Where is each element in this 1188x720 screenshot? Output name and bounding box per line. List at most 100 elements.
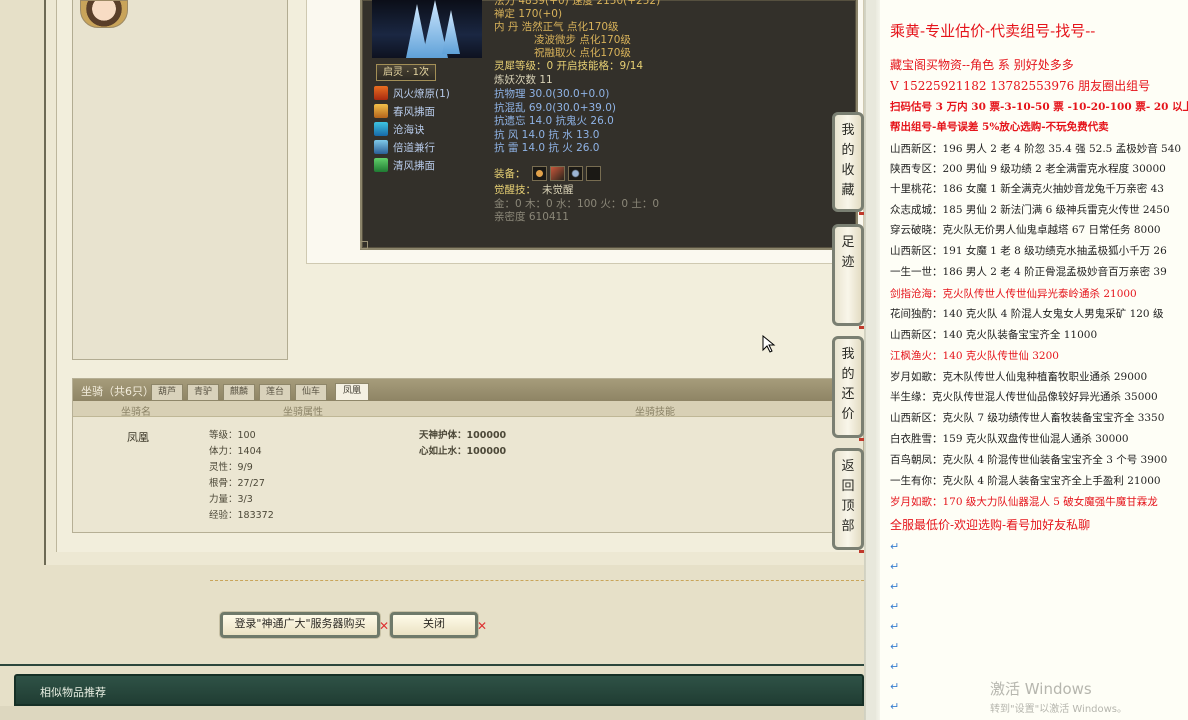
col-mount-name: 坐骑名 <box>121 407 151 418</box>
document-line: 藏宝阁买物资--角色 系 别好处多多 <box>890 58 1074 72</box>
pet-detail-panel: 法力 4839(+0) 速度 2150(+252) 禅定 170(+0) 内 丹 浩… <box>360 0 858 250</box>
pet-skill[interactable]: 清风拂面 <box>374 158 435 174</box>
tab-mount[interactable]: 葫芦 <box>151 384 183 401</box>
equip-slot-ring-icon[interactable] <box>532 166 547 181</box>
equip-slot-empty[interactable] <box>586 166 601 181</box>
pet-stat-row: 祝融取火 点化170级 <box>534 47 631 59</box>
tab-mount[interactable]: 青驴 <box>187 384 219 401</box>
document-line: 白衣胜雪：159 克火队双盘传世仙混人通杀 30000 <box>890 433 1129 445</box>
equip-label: 装备： <box>494 168 526 180</box>
document-line: 半生缘：克火队传世混人传世仙品像较好异光通杀 35000 <box>890 391 1158 403</box>
document-line: 江枫渔火：140 克火队传世仙 3200 <box>890 350 1059 362</box>
similar-items-bar[interactable]: 相似物品推荐 <box>14 674 864 706</box>
tab-mount[interactable]: 仙车 <box>295 384 327 401</box>
side-button-char: 迹 <box>841 255 855 270</box>
paragraph-mark: ↵ <box>890 640 900 653</box>
document-line: 山西新区：196 男人 2 老 4 阶忽 35.4 强 52.5 孟极妙音 54… <box>890 143 1182 155</box>
side-button-char: 的 <box>841 367 855 382</box>
document-line: 山西新区：140 克火队装备宝宝齐全 11000 <box>890 329 1098 341</box>
pet-skill-label: 倍道兼行 <box>393 142 435 154</box>
mount-title: 坐骑（共6只） <box>81 385 154 398</box>
speed-skill-icon <box>374 140 388 154</box>
wind-skill-icon <box>374 104 388 118</box>
activation-watermark-sub: 转到"设置"以激活 Windows。 <box>990 704 1128 715</box>
mount-attr: 力量：3/3 <box>209 494 253 505</box>
tab-awaken[interactable]: 启灵 · 1次 <box>376 64 436 81</box>
mouse-cursor-icon <box>762 335 776 353</box>
pet-stat-row: 内 丹 浩然正气 点化170级 <box>494 21 619 33</box>
login-buy-button[interactable]: 登录"神通广大"服务器购买 ✕ <box>220 612 389 638</box>
document-line: 一生有你：克火队 4 阶混人装备宝宝齐全上手盈利 21000 <box>890 475 1161 487</box>
paragraph-mark: ↵ <box>890 700 900 713</box>
tab-mount[interactable]: 莲台 <box>259 384 291 401</box>
pet-skill[interactable]: 风火燎原(1) <box>374 86 450 102</box>
mount-skill: 心如止水：100000 <box>419 446 507 457</box>
fire-skill-icon <box>374 86 388 100</box>
document-scrollbar[interactable] <box>866 0 876 720</box>
breeze-skill-icon <box>374 158 388 172</box>
mount-column-header <box>73 401 863 417</box>
close-button[interactable]: 关闭 ✕ <box>390 612 487 638</box>
document-line: 山西新区：191 女魔 1 老 8 级功绩克水抽孟极狐小千万 26 <box>890 245 1167 257</box>
document-line: 山西新区：克火队 7 级功绩传世人畜牧装备宝宝齐全 3350 <box>890 412 1165 424</box>
page-footer <box>0 706 864 720</box>
tab-mount[interactable]: 麒麟 <box>223 384 255 401</box>
side-button-char: 我 <box>841 123 855 138</box>
paragraph-mark: ↵ <box>890 660 900 673</box>
side-button-char: 价 <box>841 407 855 422</box>
pet-stat-row: 凌波微步 点化170级 <box>534 34 631 46</box>
my-offers-button[interactable]: 我的还价 <box>832 336 864 441</box>
mount-attr: 经验：183372 <box>209 510 274 521</box>
document-line: 一生一世：186 男人 2 老 4 阶正骨混孟极妙音百万亲密 39 <box>890 266 1167 278</box>
side-button-char: 藏 <box>841 183 855 198</box>
screen: 法力 4839(+0) 速度 2150(+252) 禅定 170(+0) 内 丹 浩… <box>0 0 1188 720</box>
mount-attr: 等级：100 <box>209 430 256 441</box>
side-button-char: 还 <box>841 387 855 402</box>
document-line: 岁月如歌：克木队传世人仙鬼种植畜牧职业通杀 29000 <box>890 371 1148 383</box>
lingxi-level: 灵犀等级：0 开启技能格：9/14 <box>494 60 644 72</box>
mount-panel: 坐骑（共6只） 葫芦 青驴 麒麟 莲台 仙车 凤凰 坐骑名 坐骑属性 坐骑技能 … <box>72 378 864 533</box>
back-to-top-button[interactable]: 返回顶部 <box>832 448 864 553</box>
side-button-char: 返 <box>841 459 855 474</box>
side-button-char: 足 <box>841 235 855 250</box>
resist-row: 抗遗忘 14.0 抗鬼火 26.0 <box>494 115 614 127</box>
pet-skill-label: 风火燎原(1) <box>393 88 450 100</box>
equip-slot-claw-icon[interactable] <box>550 166 565 181</box>
pet-image <box>372 0 482 58</box>
resist-row: 抗混乱 69.0(30.0+39.0) <box>494 101 616 114</box>
pet-stat-row: 禅定 170(+0) <box>494 8 563 20</box>
pet-skill-label: 春风拂面 <box>393 106 435 118</box>
side-button-char: 收 <box>841 163 855 178</box>
pet-skill[interactable]: 春风拂面 <box>374 104 435 120</box>
document-line: 十里桃花：186 女魔 1 新全满克火抽妙音龙兔千万亲密 43 <box>890 183 1164 195</box>
awake-skill-value: 未觉醒 <box>542 184 574 196</box>
mount-attr: 体力：1404 <box>209 446 262 457</box>
pet-elements: 金：0 木：0 水：100 火：0 土：0 <box>494 198 660 210</box>
document-line: 穿云破晓：克火队无价男人仙鬼卓越塔 67 日常任务 8000 <box>890 224 1161 236</box>
water-skill-icon <box>374 122 388 136</box>
paragraph-mark: ↵ <box>890 580 900 593</box>
pet-skill[interactable]: 倍道兼行 <box>374 140 435 156</box>
activation-watermark: 激活 Windows <box>990 680 1092 698</box>
close-label: 关闭 <box>423 617 445 630</box>
mount-name: 凤凰 <box>127 431 149 444</box>
document-line: 百鸟朝凤：克火队 4 阶混传世仙装备宝宝齐全 3 个号 3900 <box>890 454 1168 466</box>
side-button-char: 部 <box>841 519 855 534</box>
pet-skill-label: 清风拂面 <box>393 160 435 172</box>
side-button-char: 的 <box>841 143 855 158</box>
game-item-detail-window: 法力 4839(+0) 速度 2150(+252) 禅定 170(+0) 内 丹 浩… <box>0 0 864 720</box>
mount-skill: 天神护体：100000 <box>419 430 507 441</box>
document-line: 众志成城：185 男仙 2 新法门满 6 级神兵雷克火传世 2450 <box>890 204 1170 216</box>
paragraph-mark: ↵ <box>890 600 900 613</box>
equip-slot-orb-icon[interactable] <box>568 166 583 181</box>
pet-skill[interactable]: 沧海诀 <box>374 122 425 138</box>
paragraph-mark: ↵ <box>890 540 900 553</box>
awake-skill-label: 觉醒技： <box>494 184 536 196</box>
tab-mount-active[interactable]: 凤凰 <box>335 383 369 401</box>
history-button[interactable]: 足迹 <box>832 224 864 329</box>
document-line: 帮出组号-单号误差 5%放心选购-不玩免费代卖 <box>890 121 1109 133</box>
mount-attr: 灵性：9/9 <box>209 462 253 473</box>
favorites-button[interactable]: 我的收藏 <box>832 112 864 215</box>
mount-attr: 根骨：27/27 <box>209 478 265 489</box>
document-line: 花间独酌：140 克火队 4 阶混人女鬼女人男鬼采矿 120 级 <box>890 308 1164 320</box>
